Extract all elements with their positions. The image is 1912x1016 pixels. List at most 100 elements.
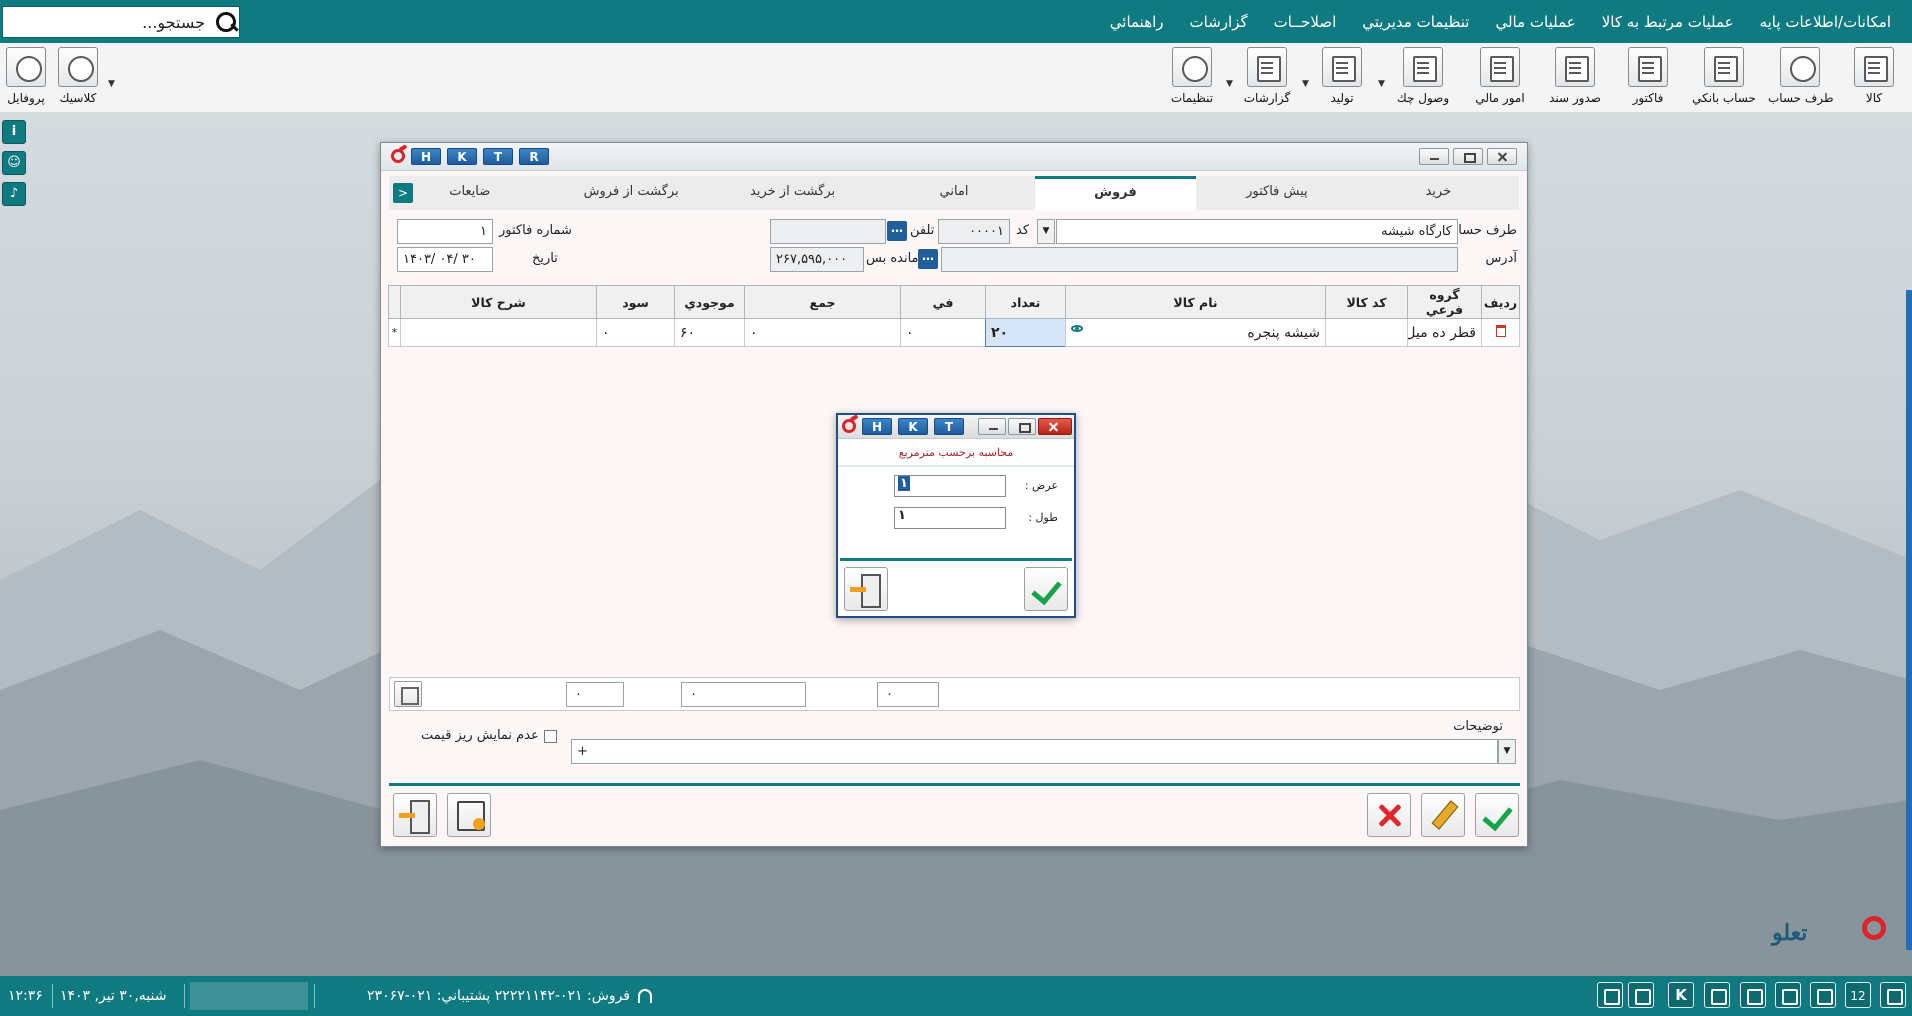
tab-sales[interactable]: فروش: [1034, 176, 1197, 210]
user-icon[interactable]: ☺: [2, 151, 26, 175]
t-button[interactable]: T: [483, 148, 513, 165]
share-icon[interactable]: [1775, 982, 1801, 1008]
menu-goods-operations[interactable]: عمليات مرتبط به کالا: [1589, 13, 1747, 31]
tab-consignment[interactable]: اماني: [873, 176, 1034, 210]
search-icon[interactable]: [209, 7, 239, 37]
report-icon[interactable]: [1810, 982, 1836, 1008]
close-icon[interactable]: [1487, 148, 1517, 165]
tab-purchase[interactable]: خريد: [1358, 176, 1519, 210]
col-stock[interactable]: موجودي: [674, 285, 745, 319]
bell-icon[interactable]: ♪: [2, 182, 26, 206]
length-input[interactable]: ۱: [894, 507, 1006, 529]
confirm-button[interactable]: [1475, 793, 1519, 837]
cell-item-code[interactable]: [1325, 318, 1408, 347]
t-button[interactable]: T: [934, 418, 964, 435]
dialog-confirm-button[interactable]: [1024, 567, 1068, 611]
chevron-right-icon[interactable]: >: [393, 183, 413, 203]
toolbar-reports-button[interactable]: گزارشات: [1235, 47, 1299, 105]
cell-item-name[interactable]: شيشه پنجره: [1065, 318, 1326, 347]
menu-basic-info[interactable]: امکانات/اطلاعات پايه: [1747, 13, 1904, 31]
tab-waste[interactable]: ضايعات: [389, 176, 550, 210]
cancel-button[interactable]: [1367, 793, 1411, 837]
r-button[interactable]: R: [519, 148, 549, 165]
toolbar-account-party-button[interactable]: طرف حساب: [1768, 47, 1834, 105]
row-delete-cell[interactable]: [1481, 318, 1520, 347]
col-total[interactable]: جمع: [744, 285, 901, 319]
chevron-down-icon[interactable]: ▼: [1226, 79, 1233, 89]
date-field[interactable]: ۱۴۰۳/ ۰۴/ ۳۰: [397, 247, 493, 272]
edit-button[interactable]: [1421, 793, 1465, 837]
menu-management-settings[interactable]: تنظيمات مديريتي: [1349, 13, 1482, 31]
calendar-day-icon[interactable]: 12: [1845, 982, 1871, 1008]
menu-corrections[interactable]: اصلاحــات: [1261, 13, 1350, 31]
toolbar-finance-button[interactable]: امور مالي: [1468, 47, 1532, 105]
k-button[interactable]: K: [898, 418, 928, 435]
toolbar-goods-button[interactable]: کالا: [1842, 47, 1906, 105]
cell-unit-price[interactable]: ۰: [900, 318, 986, 347]
phone-more-button[interactable]: …: [887, 221, 907, 241]
col-item-description[interactable]: شرح کالا: [400, 285, 597, 319]
hide-price-detail-checkbox[interactable]: [544, 730, 557, 743]
chevron-down-icon[interactable]: ▼: [1378, 79, 1385, 89]
col-item-code[interactable]: کد کالا: [1325, 285, 1408, 319]
calculator-icon[interactable]: [394, 681, 422, 707]
eye-icon[interactable]: [1071, 324, 1083, 332]
close-icon[interactable]: [1038, 418, 1072, 435]
tab-sales-return[interactable]: برگشت از فروش: [550, 176, 711, 210]
maximize-icon[interactable]: [1453, 148, 1483, 165]
save-draft-button[interactable]: [447, 793, 491, 837]
phone-book-icon[interactable]: [1628, 982, 1654, 1008]
dialog-exit-button[interactable]: [844, 567, 888, 611]
toolbar-bank-account-button[interactable]: حساب بانکي: [1692, 47, 1756, 105]
info-icon[interactable]: i: [2, 120, 26, 144]
toolbar-cheque-button[interactable]: وصول چك: [1391, 47, 1455, 105]
code-field[interactable]: ۰۰۰۰۱: [938, 219, 1010, 244]
apps-grid-icon[interactable]: [1880, 982, 1906, 1008]
col-subgroup[interactable]: گروه فرعي: [1407, 285, 1482, 319]
col-row[interactable]: رديف: [1481, 285, 1520, 319]
address-more-button[interactable]: …: [918, 249, 938, 269]
tab-proforma[interactable]: پيش فاکتور: [1196, 176, 1357, 210]
menu-reports[interactable]: گزارشات: [1177, 13, 1261, 31]
col-quantity[interactable]: تعداد: [985, 285, 1066, 319]
toolbar-issue-document-button[interactable]: صدور سند: [1543, 47, 1607, 105]
search-input[interactable]: [3, 8, 209, 36]
calendar-icon[interactable]: [1597, 982, 1623, 1008]
width-input[interactable]: ۱: [894, 475, 1006, 497]
h-button[interactable]: H: [411, 148, 441, 165]
menu-help[interactable]: راهنمائي: [1097, 13, 1177, 31]
toolbar-production-button[interactable]: توليد: [1310, 47, 1374, 105]
exit-button[interactable]: [393, 793, 437, 837]
chevron-down-icon[interactable]: ▼: [1302, 79, 1309, 89]
minimize-icon[interactable]: [1419, 148, 1449, 165]
cell-total[interactable]: ۰: [744, 318, 901, 347]
h-button[interactable]: H: [862, 418, 892, 435]
app-logo-icon: [842, 419, 856, 433]
invoice-number-field[interactable]: ۱: [397, 219, 493, 244]
cell-subgroup[interactable]: قطر ده ميل: [1407, 318, 1482, 347]
description-field[interactable]: +: [571, 739, 1498, 764]
col-unit-price[interactable]: في: [900, 285, 986, 319]
toolbar-invoice-button[interactable]: فاکتور: [1616, 47, 1680, 105]
toolbar-profile-button[interactable]: پروفايل: [0, 47, 58, 105]
trash-icon[interactable]: [1495, 324, 1506, 337]
maximize-icon[interactable]: [1008, 418, 1036, 435]
k-icon[interactable]: K: [1668, 982, 1694, 1008]
chevron-down-icon[interactable]: ▼: [1037, 219, 1055, 244]
chevron-down-icon[interactable]: ▼: [1498, 739, 1516, 764]
toolbar-settings-button[interactable]: تنظيمات: [1160, 47, 1224, 105]
col-profit[interactable]: سود: [596, 285, 675, 319]
col-item-name[interactable]: نام کالا: [1065, 285, 1326, 319]
table-row[interactable]: قطر ده ميل شيشه پنجره ۲۰ ۰ ۰ ۶۰ ۰ *: [388, 318, 1520, 347]
k-button[interactable]: K: [447, 148, 477, 165]
minimize-icon[interactable]: [978, 418, 1006, 435]
address-field[interactable]: [941, 247, 1458, 272]
grid-icon[interactable]: [1704, 982, 1730, 1008]
menu-financial-operations[interactable]: عمليات مالي: [1482, 13, 1588, 31]
phone-field[interactable]: [770, 219, 886, 244]
tab-purchase-return[interactable]: برگشت از خريد: [712, 176, 873, 210]
cell-quantity[interactable]: ۲۰: [985, 318, 1066, 347]
note-icon[interactable]: [1740, 982, 1766, 1008]
cell-item-description[interactable]: [400, 318, 597, 347]
account-field[interactable]: کارگاه شيشه: [1056, 219, 1458, 244]
